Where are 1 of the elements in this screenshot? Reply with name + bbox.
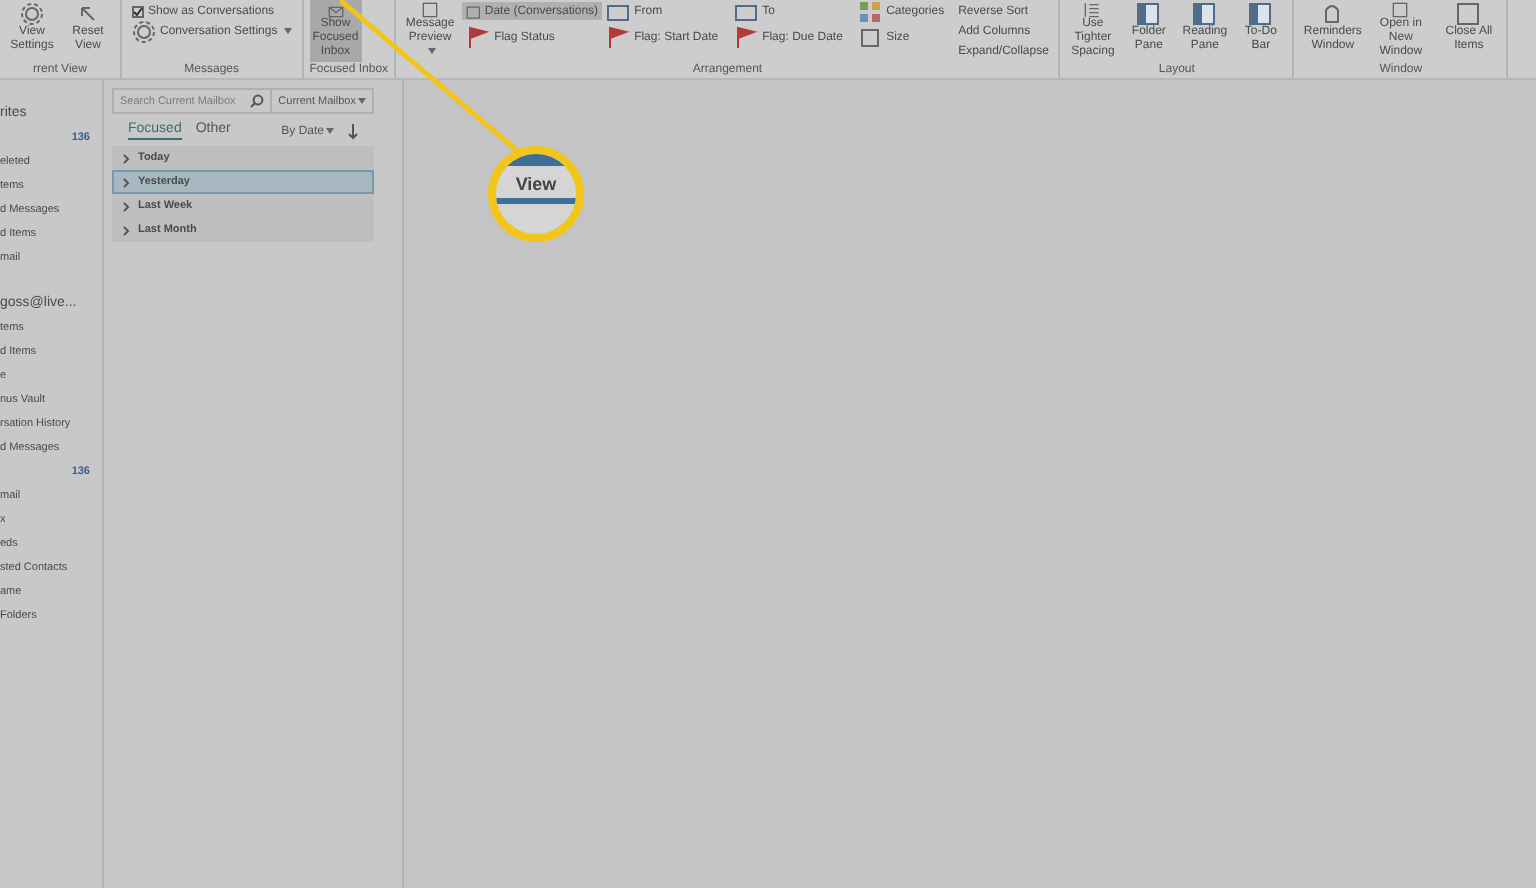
callout-label: View (515, 174, 557, 194)
